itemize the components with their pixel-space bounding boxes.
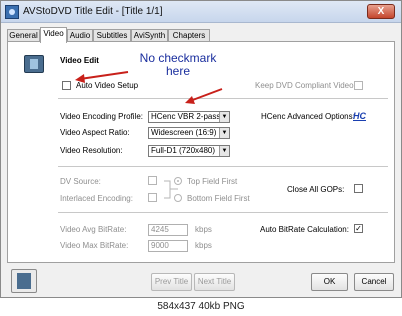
auto-video-setup-label: Auto Video Setup [76,81,139,90]
resolution-select[interactable]: Full-D1 (720x480) ▼ [148,145,230,157]
max-bitrate-unit: kbps [195,241,212,250]
resolution-label: Video Resolution: [60,146,123,155]
chevron-down-icon: ▼ [219,128,229,138]
separator [58,166,388,167]
encoding-profile-select[interactable]: HCenc VBR 2-pass ▼ [148,111,230,123]
encoding-profile-value: HCenc VBR 2-pass [151,112,221,121]
avg-bitrate-label: Video Avg BitRate: [60,225,127,234]
bottom-field-first-radio[interactable] [174,194,182,202]
avg-bitrate-input[interactable]: 4245 [148,224,188,236]
hcenc-options-icon[interactable]: HC [353,111,366,121]
film-icon [17,273,31,289]
aspect-ratio-select[interactable]: Widescreen (16:9) ▼ [148,127,230,139]
avg-bitrate-unit: kbps [195,225,212,234]
chevron-down-icon: ▼ [219,146,229,156]
max-bitrate-label: Video Max BitRate: [60,241,129,250]
separator [58,98,388,99]
close-gops-label: Close All GOPs: [287,185,345,194]
tab-video[interactable]: Video [40,27,67,43]
ok-button[interactable]: OK [311,273,348,291]
keep-dvd-compliant-label: Keep DVD Compliant Video: [255,81,356,90]
aspect-ratio-value: Widescreen (16:9) [151,128,217,137]
auto-bitrate-checkbox[interactable]: ✓ [354,224,363,233]
image-caption: 584x437 40kb PNG [0,298,402,316]
video-icon [24,55,44,73]
dialog-window: AVStoDVD Title Edit - [Title 1/1] X Gene… [0,0,402,298]
annotation-text: No checkmark here [128,52,228,78]
auto-bitrate-label: Auto BitRate Calculation: [260,225,349,234]
dv-source-checkbox[interactable] [148,176,157,185]
max-bitrate-input[interactable]: 9000 [148,240,188,252]
interlaced-encoding-checkbox[interactable] [148,193,157,202]
title-bar: AVStoDVD Title Edit - [Title 1/1] X [1,1,401,23]
top-field-first-label: Top Field First [187,177,238,186]
section-heading: Video Edit [60,56,99,65]
cancel-button[interactable]: Cancel [354,273,394,291]
close-button[interactable]: X [367,4,395,19]
close-gops-checkbox[interactable] [354,184,363,193]
resolution-value: Full-D1 (720x480) [151,146,216,155]
keep-dvd-compliant-checkbox[interactable] [354,81,363,90]
top-field-first-radio[interactable] [174,177,182,185]
next-title-button[interactable]: Next Title [194,273,235,291]
annotation-line-2: here [165,64,191,78]
hcenc-advanced-label: HCenc Advanced Options: [261,112,355,121]
preview-button[interactable] [11,269,37,293]
dv-source-label: DV Source: [60,177,101,186]
chevron-down-icon: ▼ [219,112,229,122]
auto-video-setup-checkbox[interactable] [62,81,71,90]
encoding-profile-label: Video Encoding Profile: [60,112,144,121]
bottom-field-first-label: Bottom Field First [187,194,250,203]
window-title: AVStoDVD Title Edit - [Title 1/1] [23,6,163,17]
separator [58,212,388,213]
interlaced-encoding-label: Interlaced Encoding: [60,194,133,203]
aspect-ratio-label: Video Aspect Ratio: [60,128,130,137]
app-icon [5,5,19,19]
prev-title-button[interactable]: Prev Title [151,273,192,291]
